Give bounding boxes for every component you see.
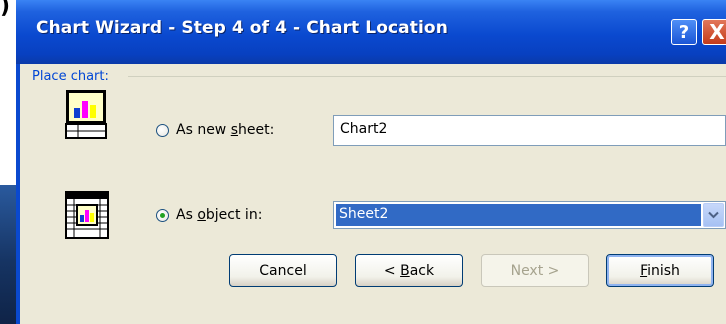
cancel-button-label: Cancel — [259, 262, 307, 279]
radio-new-sheet-button[interactable] — [156, 123, 169, 137]
cancel-button[interactable]: Cancel — [229, 254, 337, 287]
radio-object-in-button[interactable] — [156, 208, 169, 222]
radio-object-in-label: As object in: — [176, 207, 263, 223]
new-sheet-chart-icon — [65, 90, 107, 139]
object-in-sheet-value: Sheet2 — [336, 204, 701, 226]
back-button-label: < Back — [383, 262, 435, 279]
radio-new-sheet-label: As new sheet: — [176, 122, 275, 138]
dropdown-button[interactable] — [703, 203, 724, 227]
help-button[interactable]: ? — [671, 19, 697, 45]
next-button-label: Next > — [510, 262, 560, 279]
object-in-sheet-select[interactable]: Sheet2 — [333, 201, 726, 229]
title-bar[interactable]: Chart Wizard - Step 4 of 4 - Chart Locat… — [16, 0, 726, 65]
window-title: Chart Wizard - Step 4 of 4 - Chart Locat… — [36, 18, 448, 38]
radio-as-object-in[interactable]: As object in: — [156, 207, 262, 223]
next-button[interactable]: Next > — [481, 254, 589, 287]
background-desktop — [0, 185, 16, 324]
embedded-chart-icon — [65, 191, 109, 239]
background-fragment: ) — [0, 0, 11, 19]
close-icon: X — [709, 20, 725, 44]
chevron-down-icon — [708, 211, 719, 219]
finish-button-label: Finish — [640, 262, 680, 279]
group-divider — [128, 76, 726, 77]
group-label: Place chart: — [32, 69, 109, 84]
new-sheet-name-input[interactable]: Chart2 — [333, 115, 726, 146]
finish-button[interactable]: Finish — [606, 254, 714, 287]
help-icon: ? — [678, 21, 690, 43]
close-button[interactable]: X — [702, 19, 726, 45]
chart-wizard-dialog: Chart Wizard - Step 4 of 4 - Chart Locat… — [16, 0, 726, 324]
radio-as-new-sheet[interactable]: As new sheet: — [156, 122, 274, 138]
back-button[interactable]: < Back — [355, 254, 463, 287]
